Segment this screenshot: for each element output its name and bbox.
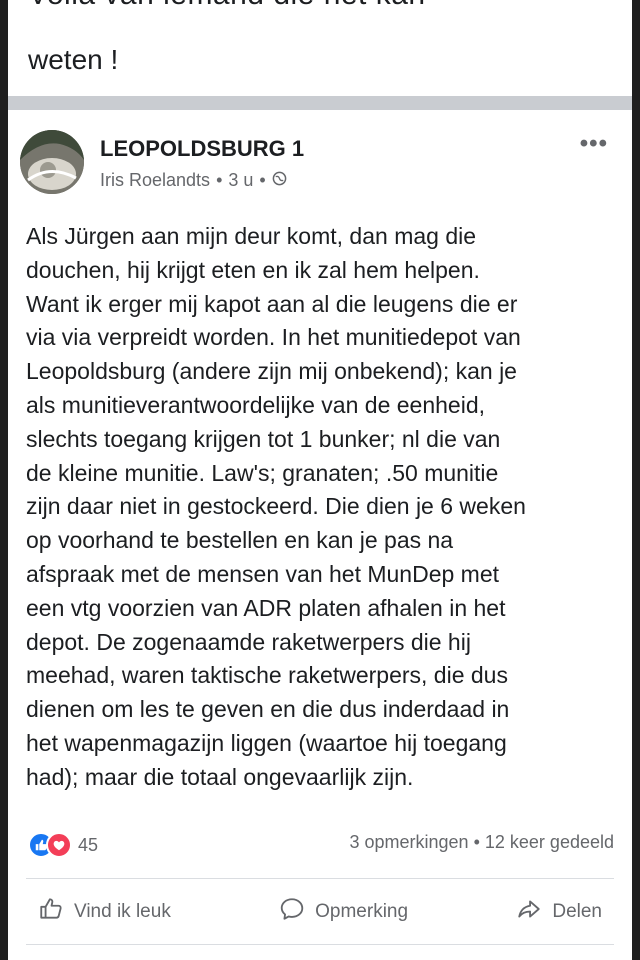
feed-separator (8, 96, 632, 110)
meta-separator: • (259, 170, 266, 190)
post-time[interactable]: 3 u (228, 170, 253, 191)
counts-separator: • (473, 832, 485, 852)
post-card: LEOPOLDSBURG 1 Iris Roelandts • 3 u • ••… (8, 110, 632, 960)
like-button[interactable]: Vind ik leuk (38, 896, 171, 928)
comment-button[interactable]: Opmerking (279, 896, 408, 928)
group-name[interactable]: LEOPOLDSBURG 1 (100, 136, 304, 162)
engagement-counts[interactable]: 3 opmerkingen • 12 keer gedeeld (349, 832, 614, 853)
previous-post-text: weten ! (28, 44, 119, 75)
post-body: Als Jürgen aan mijn deur komt, dan mag d… (26, 223, 526, 790)
love-reaction-icon (46, 832, 72, 858)
divider-top (26, 878, 614, 879)
comment-icon (279, 896, 305, 928)
more-options-icon[interactable]: ••• (580, 130, 608, 158)
like-label: Vind ik leuk (74, 901, 171, 922)
feed-screen: Volla van iemand die het kan weten ! LEO… (8, 0, 632, 960)
group-avatar[interactable] (20, 130, 84, 194)
previous-post: Volla van iemand die het kan weten ! (8, 0, 632, 96)
divider-bottom (26, 944, 614, 945)
post-meta: Iris Roelandts • 3 u • (100, 170, 287, 191)
previous-post-cut-line: Volla van iemand die het kan (28, 0, 426, 12)
comment-label: Opmerking (315, 901, 409, 922)
share-button[interactable]: Delen (516, 896, 602, 928)
share-icon (516, 896, 542, 928)
globe-icon (272, 170, 287, 191)
share-count[interactable]: 12 keer gedeeld (485, 832, 614, 852)
meta-separator: • (216, 170, 223, 190)
thumbs-up-icon (38, 896, 64, 928)
share-label: Delen (552, 901, 602, 922)
action-bar: Vind ik leuk Opmerking Delen (26, 890, 614, 934)
author-name[interactable]: Iris Roelandts (100, 170, 210, 191)
comment-count[interactable]: 3 opmerkingen (349, 832, 468, 852)
reaction-summary[interactable]: 45 (28, 832, 98, 858)
reaction-count: 45 (78, 834, 99, 855)
